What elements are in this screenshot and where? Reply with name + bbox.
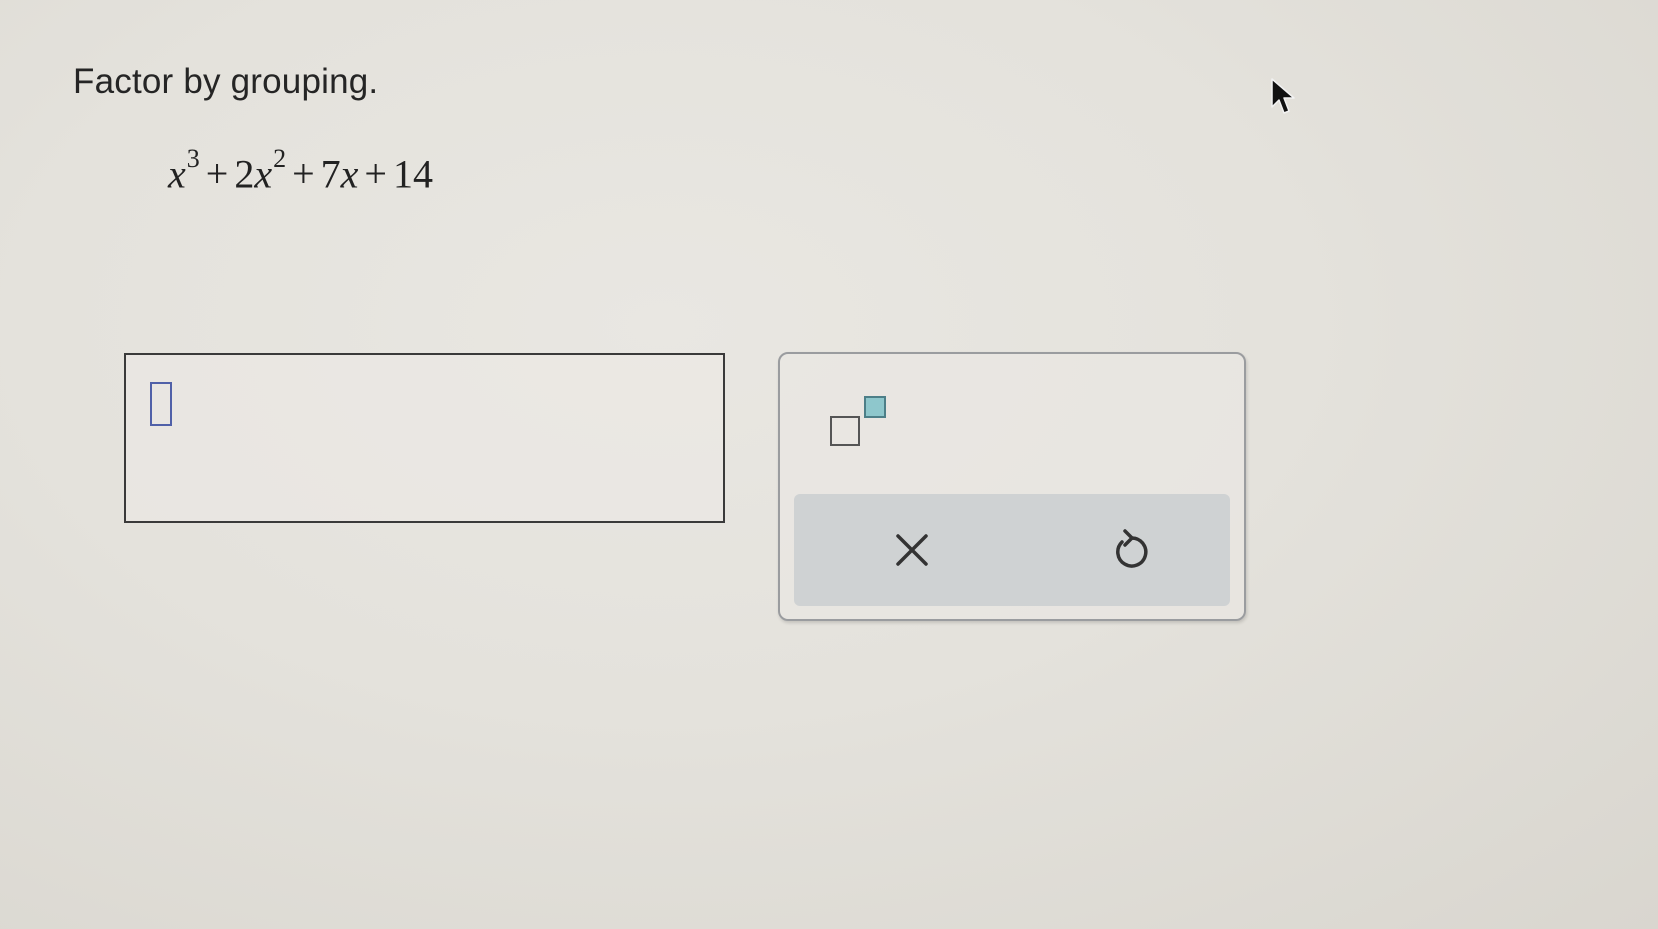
term-1-exponent: 3 xyxy=(186,144,200,173)
operator-2: + xyxy=(292,151,315,197)
term-2-variable: x xyxy=(254,151,273,197)
answer-input-box[interactable] xyxy=(124,353,725,523)
undo-icon xyxy=(1116,529,1148,568)
term-2-coefficient: 2 xyxy=(234,151,255,197)
close-icon xyxy=(896,534,928,566)
exponent-power-box-icon xyxy=(864,396,886,418)
operator-3: + xyxy=(364,151,387,197)
exponent-button[interactable] xyxy=(828,394,898,454)
exponent-base-box-icon xyxy=(830,416,860,446)
action-bar xyxy=(794,494,1230,606)
math-palette xyxy=(778,352,1246,621)
term-1-variable: x xyxy=(168,151,186,197)
term-3-variable: x xyxy=(340,151,359,197)
term-3-coefficient: 7 xyxy=(320,151,341,197)
instruction-text: Factor by grouping. xyxy=(73,62,379,101)
clear-button[interactable] xyxy=(882,522,942,578)
operator-1: + xyxy=(205,151,229,197)
polynomial-expression: x3 +2x2 +7x +14 xyxy=(168,144,433,197)
undo-button[interactable] xyxy=(1100,522,1160,578)
mouse-pointer-icon xyxy=(1271,78,1295,114)
term-4-constant: 14 xyxy=(392,151,433,197)
answer-cursor-slot[interactable] xyxy=(150,382,172,426)
term-2-exponent: 2 xyxy=(273,144,287,173)
problem-page: Factor by grouping. x3 +2x2 +7x +14 xyxy=(0,0,1658,929)
